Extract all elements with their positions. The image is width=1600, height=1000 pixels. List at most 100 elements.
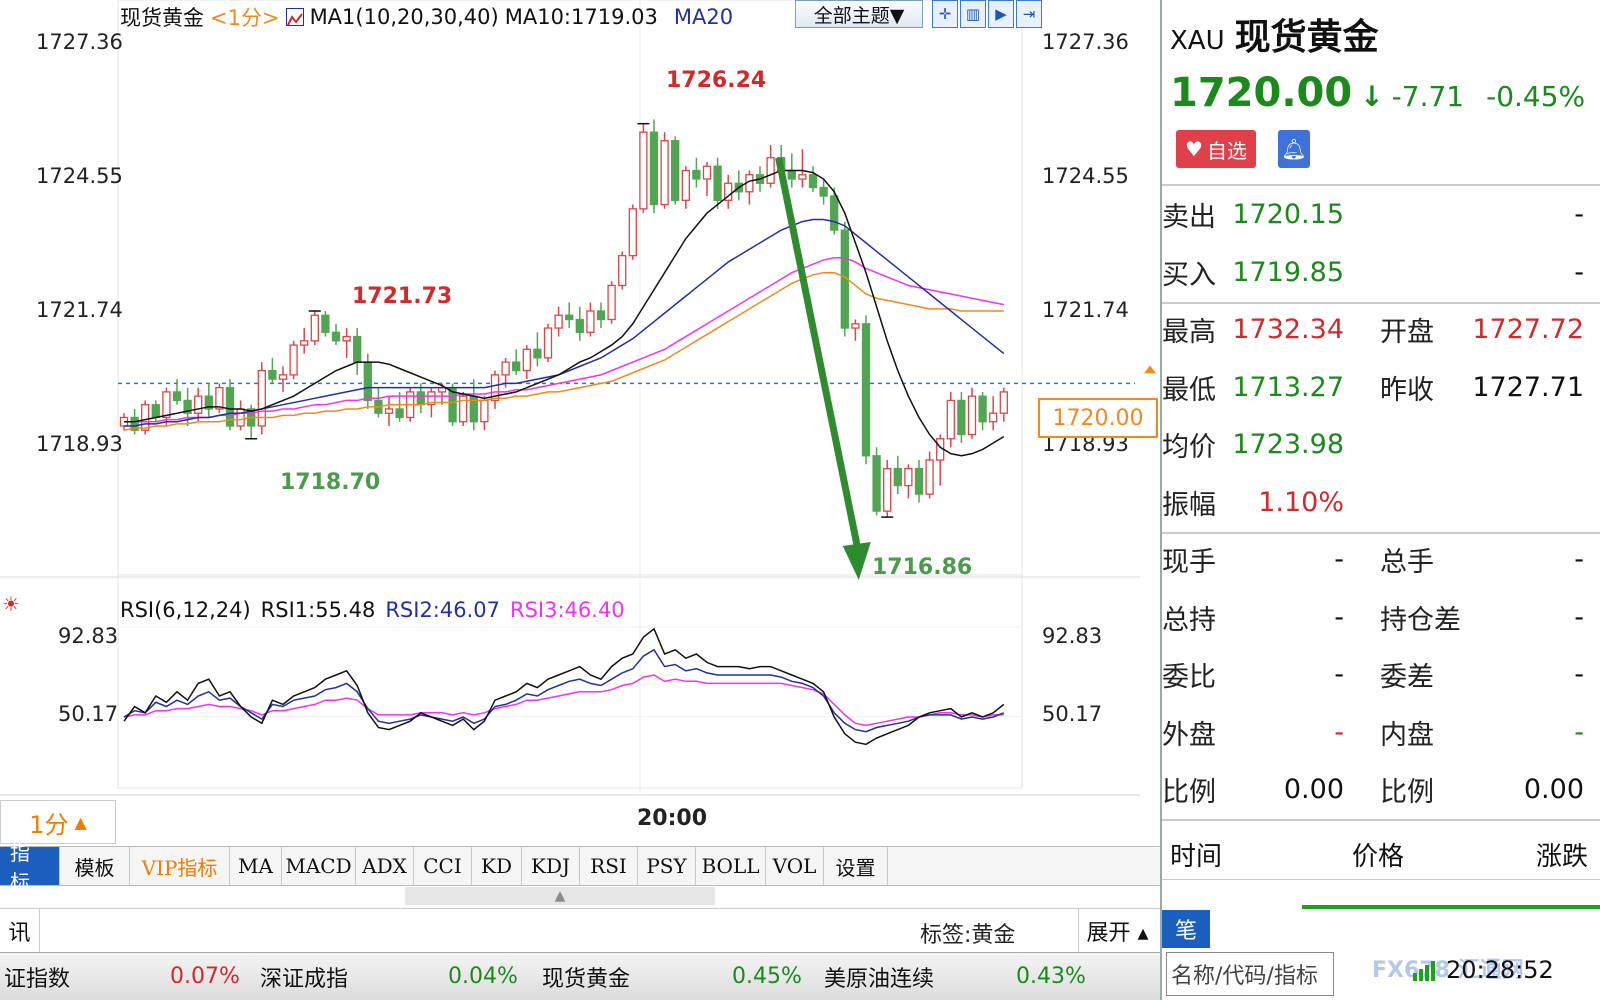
play-tool-icon[interactable]: ▶ — [988, 0, 1014, 28]
ticker-item[interactable]: 美原油连续 0.43% — [824, 961, 1086, 993]
add-watchlist-button[interactable]: ♥ 自选 — [1176, 130, 1256, 168]
ticker-pct: 0.45% — [732, 964, 802, 989]
tab-vip-indicators[interactable]: VIP指标 — [130, 847, 230, 885]
quote-value: 1.10% — [1258, 486, 1344, 518]
divider — [1162, 819, 1600, 821]
quote-value: 1713.27 — [1232, 371, 1344, 403]
candle-body — [861, 323, 871, 457]
y-tick-right-1: 1724.55 — [1042, 164, 1129, 188]
candle-body — [946, 399, 955, 440]
candle-body — [353, 335, 362, 363]
tab-ma[interactable]: MA — [230, 847, 282, 885]
ma-params[interactable]: MA1(10,20,30,40) — [310, 5, 499, 29]
quote-value: - — [1574, 601, 1584, 633]
quote-label: 总持 — [1162, 604, 1216, 636]
tab-kd[interactable]: KD — [472, 847, 522, 885]
tab-rsi[interactable]: RSI — [580, 847, 638, 885]
candle-body — [321, 314, 330, 333]
sun-settings-icon[interactable]: ☀ — [2, 592, 20, 616]
ticker-item[interactable]: 现货黄金 0.45% — [542, 961, 802, 993]
news-tab[interactable]: 讯 — [0, 908, 40, 953]
ma10-value: MA10:1719.03 — [504, 5, 658, 29]
candle-body — [236, 408, 245, 427]
tab-boll[interactable]: BOLL — [696, 847, 766, 885]
tab-settings[interactable]: 设置 — [824, 847, 888, 885]
crosshair-tool-icon[interactable]: ✛ — [932, 0, 958, 28]
quote-value: - — [1334, 601, 1344, 633]
news-expand-button[interactable]: 展开 ▴ — [1078, 909, 1156, 953]
ticker-pct: 0.07% — [170, 964, 240, 989]
tab-kdj[interactable]: KDJ — [522, 847, 580, 885]
panel-splitter[interactable]: ▲ — [405, 887, 715, 905]
ma40-line — [123, 271, 1004, 431]
triangle-up-icon: ▲ — [74, 812, 87, 832]
chart-type-icon[interactable] — [285, 8, 304, 26]
green-progress-line — [1302, 905, 1600, 909]
candle-body — [141, 404, 150, 431]
tab-vol[interactable]: VOL — [766, 847, 824, 885]
quote-value: - — [1574, 716, 1584, 748]
tab-psy[interactable]: PSY — [638, 847, 696, 885]
kline-chart[interactable] — [0, 0, 1160, 850]
quote-row: 卖出 1720.15 - — [1162, 186, 1600, 242]
quote-value: 0.00 — [1283, 773, 1344, 805]
quote-label: 内盘 — [1380, 719, 1434, 751]
candle-body — [999, 391, 1008, 414]
candle-body — [978, 395, 987, 423]
y-tick-left-2: 1721.74 — [36, 298, 123, 322]
candle-body — [501, 361, 510, 376]
tab-macd[interactable]: MACD — [282, 847, 356, 885]
quote-panel: XAU 现货黄金 1720.00 ↓ -7.71 -0.45% ♥ 自选 🔔︎ … — [1160, 0, 1600, 1000]
candle-body — [766, 157, 775, 184]
candle-body — [194, 395, 203, 414]
tab-cci[interactable]: CCI — [414, 847, 472, 885]
bell-icon[interactable]: 🔔︎ — [1278, 130, 1310, 168]
col-price: 价格 — [1352, 842, 1405, 872]
ticker-item[interactable]: 深证成指 0.04% — [260, 961, 518, 993]
tab-adx[interactable]: ADX — [356, 847, 414, 885]
candle-body — [554, 314, 563, 329]
rsi-title[interactable]: RSI(6,12,24) — [120, 598, 251, 622]
ticker-item[interactable]: 证指数 0.07% — [4, 961, 240, 993]
rsi-tick-left-0: 92.83 — [58, 624, 119, 648]
candle-body — [851, 323, 860, 329]
tab-templates[interactable]: 模板 — [60, 847, 130, 885]
quote-value: 1719.85 — [1232, 256, 1344, 288]
candle-body — [681, 169, 690, 201]
symbol-code: XAU — [1170, 26, 1225, 56]
quote-label: 持仓差 — [1380, 604, 1461, 636]
quote-value: 1720.15 — [1232, 198, 1344, 230]
quote-label: 均价 — [1162, 431, 1216, 463]
candle-body — [522, 348, 531, 372]
theme-select-button[interactable]: 全部主题▼ — [795, 0, 923, 28]
tab-trades[interactable]: 笔 — [1162, 910, 1210, 948]
quote-row: 总持 - 持仓差 - — [1162, 589, 1600, 645]
quote-label: 委比 — [1162, 661, 1216, 693]
forward-tool-icon[interactable]: ⇥ — [1016, 0, 1042, 28]
tab-indicators[interactable]: 指标 — [0, 841, 60, 894]
candle-body — [268, 369, 277, 380]
indicator-tab-bar: 指标 模板 VIP指标 MA MACD ADX CCI KD KDJ RSI P… — [0, 841, 1160, 894]
quote-label: 买入 — [1162, 259, 1216, 291]
period-tag[interactable]: <1分> — [210, 2, 280, 32]
ma20-value: MA20 — [673, 5, 734, 29]
ticker-name: 证指数 — [4, 966, 71, 992]
quote-label: 外盘 — [1162, 719, 1216, 751]
candle-body — [596, 310, 606, 321]
high-annotation-1: 1726.24 — [666, 68, 767, 93]
candle-body — [639, 131, 648, 210]
search-input[interactable]: 名称/代码/指标 — [1166, 952, 1334, 996]
quote-value: - — [1334, 658, 1344, 690]
ticker-pct: 0.43% — [1016, 964, 1086, 989]
quote-value: 1727.71 — [1472, 371, 1584, 403]
quote-row: 现手 - 总手 - — [1162, 531, 1600, 587]
candle-body — [787, 169, 796, 180]
y-tick-right-2: 1721.74 — [1042, 298, 1129, 322]
candle-body — [628, 208, 637, 257]
candle-body — [925, 459, 934, 495]
candle-body — [883, 467, 892, 512]
layout-tool-icon[interactable]: ▥ — [960, 0, 986, 28]
chart-panel[interactable]: 现货黄金 <1分> MA1(10,20,30,40) MA10:1719.03 … — [0, 0, 1160, 850]
candle-body — [989, 412, 998, 423]
candle-body — [713, 165, 722, 201]
